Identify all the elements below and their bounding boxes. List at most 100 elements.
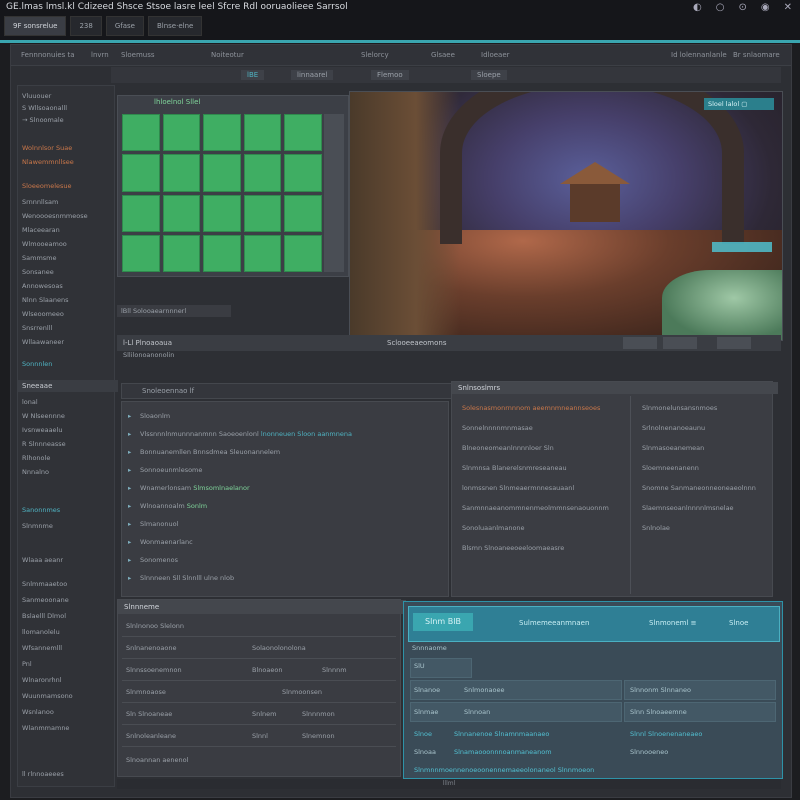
sidebar-item[interactable]: Wlmooeamoo <box>22 240 67 248</box>
sidebar-item[interactable]: Wfsannemlll <box>22 644 62 652</box>
property-value[interactable]: Slnmonelunsansnmoes <box>642 404 717 412</box>
list-item[interactable]: ▸ Wlnoannoalm Sonlm <box>128 502 207 510</box>
grid-scrollbar[interactable] <box>324 114 344 272</box>
list-item[interactable]: ▸ Bonnuanemllen Bnnsdmea Sleuonannelem <box>128 448 280 456</box>
sidebar-item[interactable]: Ivsnweaaelu <box>22 426 62 434</box>
sidebar-section-header[interactable]: Sneeaae <box>18 380 118 392</box>
table-row[interactable]: Sln Slnoaneae Snlnem Slnnnmon <box>122 704 396 725</box>
tab-2[interactable]: Gfase <box>105 16 144 36</box>
property-value[interactable]: Slaemnseoanlnnnnlmsnelae <box>642 504 734 512</box>
list-item[interactable]: ▸ Wonmaenarlanc <box>128 538 193 546</box>
menu-item-1[interactable]: lnvrn <box>91 51 109 59</box>
property-value[interactable]: Sloemneenanenn <box>642 464 699 472</box>
sidebar-item[interactable]: Vluuouer <box>22 92 51 100</box>
sidebar-item[interactable]: Slnmnme <box>22 522 53 530</box>
sidebar-item[interactable]: Wolnnlsor Suae <box>22 144 72 152</box>
panel-button[interactable] <box>717 337 751 349</box>
sidebar-item[interactable]: Wsnlanoo <box>22 708 54 716</box>
sidebar-item[interactable]: Pnl <box>22 660 32 668</box>
toolbar-button-2[interactable]: Flemoo <box>371 70 409 80</box>
detail-header-action[interactable]: Slnoe <box>729 619 748 627</box>
close-icon[interactable]: ✕ <box>784 2 792 13</box>
detail-primary-button[interactable]: Slnm BlB <box>413 613 473 631</box>
grid-cell[interactable] <box>284 154 322 192</box>
menu-item-0[interactable]: Fennnonuies ta <box>21 51 75 59</box>
sidebar-item[interactable]: llomanolelu <box>22 628 60 636</box>
sidebar-item[interactable]: Annowesoas <box>22 282 63 290</box>
sidebar-item[interactable]: Rlhonole <box>22 454 50 462</box>
table-row[interactable]: Slnnssoenemnon Blnoaeon Slnnnm <box>122 660 396 681</box>
grid-cell[interactable] <box>203 154 241 192</box>
sidebar-item[interactable]: Sonnnlen <box>22 360 52 368</box>
sidebar-item[interactable]: R Slnnneasse <box>22 440 66 448</box>
grid-cell[interactable] <box>162 234 201 272</box>
detail-header-menu[interactable]: Slnmoneml ≡ <box>649 619 697 627</box>
grid-cell[interactable] <box>243 114 282 152</box>
sidebar-item[interactable]: Wenoooesnmmeose <box>22 212 88 220</box>
sidebar-item[interactable]: Sanonnmes <box>22 506 60 514</box>
theme-icon[interactable]: ◐ <box>693 2 702 13</box>
table-row[interactable]: Snlnanenoaone Solaonolonolona <box>122 638 396 659</box>
list-item[interactable]: ▸ Slmanonuol <box>128 520 178 528</box>
grid-cell[interactable] <box>162 154 201 192</box>
sidebar-item[interactable]: Sammsme <box>22 254 57 262</box>
table-row[interactable]: Slnmnoaose Slnmoonsen <box>122 682 396 703</box>
list-item[interactable]: ▸ Sonnoeunmlesome <box>128 466 202 474</box>
search-input[interactable]: Snoleoennao lf <box>121 383 463 399</box>
sidebar-item[interactable]: S Wllsoaonalll <box>22 104 67 112</box>
toolbar-button-3[interactable]: Sloepe <box>471 70 507 80</box>
menu-item-2[interactable]: Sloemuss <box>121 51 155 59</box>
table-row[interactable]: Slnoannan aenenol <box>122 750 396 770</box>
menu-item-3[interactable]: Noiteotur <box>211 51 244 59</box>
sidebar-item[interactable]: Sloeeomelesue <box>22 182 72 190</box>
sidebar-item[interactable]: Snlmmaaetoo <box>22 580 67 588</box>
grid-cell[interactable] <box>122 154 160 192</box>
grid-cell[interactable] <box>284 234 322 272</box>
menu-item-5[interactable]: Glsaee <box>431 51 455 59</box>
menu-item-4[interactable]: Slelorcy <box>361 51 389 59</box>
list-item[interactable]: ▸ Sloaonlm <box>128 412 170 420</box>
property-value[interactable]: Slnmasoeanemean <box>642 444 704 452</box>
sidebar-item[interactable]: Nlnn Slaanens <box>22 296 69 304</box>
list-item[interactable]: ▸ Wnamerlonsam Slmsomlnaelanor <box>128 484 250 492</box>
sidebar-item[interactable]: Nnnalno <box>22 468 49 476</box>
circle-icon[interactable]: ○ <box>716 2 725 13</box>
sidebar-item[interactable]: Mlaceearan <box>22 226 60 234</box>
sidebar-item[interactable]: Wlanmmamne <box>22 724 69 732</box>
property-value[interactable]: Snomne Sanmaneonneoneaeolnnn <box>642 484 756 492</box>
grid-cell[interactable] <box>203 194 241 232</box>
grid-cell[interactable] <box>243 154 282 192</box>
tab-3[interactable]: Blnse·elne <box>147 16 203 36</box>
grid-cell[interactable] <box>122 234 160 272</box>
detail-tab[interactable]: Snnnaome <box>412 644 447 652</box>
sidebar-item[interactable]: Bslaelll Dlmol <box>22 612 66 620</box>
grid-cell[interactable] <box>284 114 322 152</box>
grid-cell[interactable] <box>162 114 201 152</box>
property-value[interactable]: Snlnolae <box>642 524 670 532</box>
panel-button[interactable] <box>663 337 697 349</box>
tab-1[interactable]: 238 <box>70 16 102 36</box>
sidebar-item[interactable]: Wlnaronrhnl <box>22 676 62 684</box>
grid-cell[interactable] <box>203 114 241 152</box>
toolbar-button-0[interactable]: lBE <box>241 70 265 80</box>
menu-item-7[interactable]: Id lolennanlanle <box>671 51 727 59</box>
sidebar-item[interactable]: Sanmeoonane <box>22 596 69 604</box>
sidebar-item[interactable]: Wuunmamsono <box>22 692 73 700</box>
sidebar-item[interactable]: Srnnnllsam <box>22 198 58 206</box>
viewport-label[interactable]: Sloel lalol ▢ <box>704 98 774 110</box>
tab-0[interactable]: 9F sonsrelue <box>4 16 67 36</box>
sidebar-item[interactable]: → Slnoomale <box>22 116 64 124</box>
table-row[interactable]: Snlnoleanleane Slnnl Slnemnon <box>122 726 396 747</box>
grid-cell[interactable] <box>284 194 322 232</box>
sidebar-item[interactable]: Wllaawaneer <box>22 338 64 346</box>
list-item[interactable]: ▸ Slnnneen Sll Slnnlll ulne nlob <box>128 574 234 582</box>
record-icon[interactable]: ◉ <box>761 2 770 13</box>
scene-viewport[interactable]: Sloel lalol ▢ <box>349 91 783 341</box>
sidebar-item[interactable]: lonal <box>22 398 38 406</box>
grid-cell[interactable] <box>203 234 241 272</box>
grid-cell[interactable] <box>162 194 201 232</box>
sidebar-item[interactable]: Wlseoomeeo <box>22 310 64 318</box>
menu-item-8[interactable]: Br snlaomare <box>733 51 780 59</box>
list-item[interactable]: ▸ Sonomenos <box>128 556 178 564</box>
sidebar-item[interactable]: Snsrrenlll <box>22 324 52 332</box>
